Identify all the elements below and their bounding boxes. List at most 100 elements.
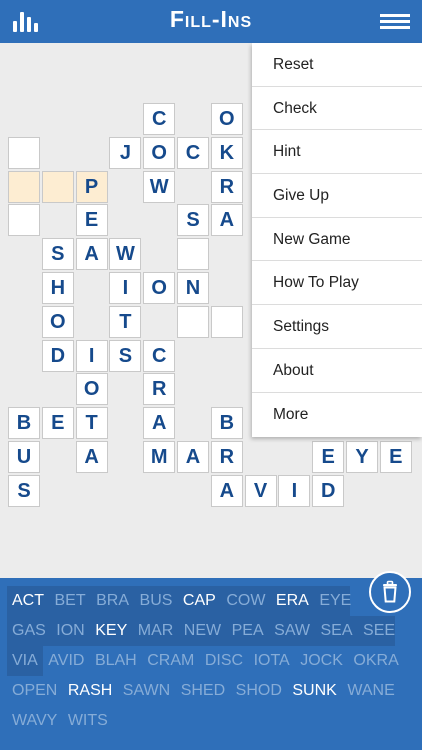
word-chip[interactable]: VIA [12,652,38,670]
word-chip[interactable]: MAR [138,622,174,640]
grid-cell[interactable] [8,136,40,169]
word-chip[interactable]: JOCK [300,652,343,670]
grid-cell[interactable]: O [143,136,176,169]
word-chip[interactable]: SEE [363,622,395,640]
grid-cell[interactable]: R [210,170,243,203]
word-chip[interactable]: ION [56,622,84,640]
word-chip[interactable]: BET [55,592,86,610]
grid-cell[interactable]: U [8,441,40,473]
grid-cell[interactable]: A [177,441,209,473]
word-chip[interactable]: AVID [48,652,84,670]
grid-cell[interactable]: R [210,441,243,473]
grid-cell[interactable]: O [210,103,243,135]
word-chip[interactable]: NEW [184,622,221,640]
grid-cell[interactable]: P [75,170,108,203]
trash-button[interactable] [369,571,411,613]
grid-cell[interactable]: E [379,441,412,473]
grid-cell[interactable]: E [41,407,74,440]
trash-icon [383,580,397,603]
word-chip[interactable]: SAW [274,622,310,640]
grid-cell[interactable]: W [109,238,142,271]
grid-cell[interactable]: A [210,204,243,237]
grid-cell[interactable]: D [312,474,345,507]
grid-cell[interactable]: K [210,136,243,169]
word-chip[interactable]: BLAH [95,652,137,670]
word-chip[interactable]: PEA [232,622,264,640]
word-chip[interactable]: CRAM [147,652,194,670]
word-chip[interactable]: ERA [276,592,309,610]
grid-cell[interactable] [210,305,243,338]
grid-cell[interactable]: M [143,441,176,473]
grid-cell[interactable]: S [177,204,209,237]
word-chip[interactable]: GAS [12,622,46,640]
grid-cell[interactable]: A [75,441,108,473]
grid-cell[interactable]: I [109,272,142,304]
menu-item-how-to-play[interactable]: How To Play [252,261,422,306]
grid-cell[interactable]: A [75,238,108,271]
grid-cell[interactable]: I [75,339,108,372]
word-bank: ACT BET BRA BUS CAP COW ERA EYE GAS ION KEY MAR NEW P… [0,578,422,750]
header-bar: Fill-Ins [0,0,422,43]
grid-cell[interactable]: E [75,204,108,237]
menu-item-give-up[interactable]: Give Up [252,174,422,218]
grid-cell[interactable]: T [109,305,142,338]
word-chip[interactable]: RASH [68,682,112,700]
grid-cell[interactable]: B [210,407,243,440]
grid-cell[interactable]: A [143,407,176,440]
grid-cell[interactable]: E [312,441,345,473]
grid-cell[interactable]: W [143,170,176,203]
grid-cell[interactable]: Y [346,441,378,473]
grid-cell[interactable]: C [177,136,209,169]
menu-item-new-game[interactable]: New Game [252,218,422,262]
word-chip[interactable]: SHOD [236,682,282,700]
word-chip[interactable]: OKRA [353,652,398,670]
grid-cell[interactable] [8,170,40,203]
grid-cell[interactable]: S [8,474,40,507]
menu-item-reset[interactable]: Reset [252,43,422,87]
word-chip[interactable]: DISC [205,652,243,670]
grid-cell[interactable]: O [75,373,108,406]
word-chip[interactable]: COW [226,592,265,610]
word-chip[interactable]: ACT [12,592,44,610]
grid-cell[interactable] [177,305,209,338]
grid-cell[interactable]: H [41,272,74,304]
menu-item-about[interactable]: About [252,349,422,393]
grid-cell[interactable]: N [177,272,209,304]
word-chip[interactable]: SHED [181,682,225,700]
grid-cell[interactable]: O [41,305,74,338]
menu-item-hint[interactable]: Hint [252,130,422,175]
word-chip[interactable]: EYE [319,592,351,610]
word-chip[interactable]: KEY [95,622,127,640]
grid-cell[interactable]: A [210,474,243,507]
grid-cell[interactable]: C [143,103,176,135]
grid-cell[interactable]: S [41,238,74,271]
grid-cell[interactable]: C [143,339,176,372]
grid-cell[interactable]: D [41,339,74,372]
grid-cell[interactable]: I [278,474,311,507]
word-chip[interactable]: BUS [140,592,173,610]
word-chip[interactable]: WITS [68,712,108,730]
word-chip[interactable]: BRA [96,592,129,610]
word-chip[interactable]: CAP [183,592,216,610]
hamburger-menu-icon[interactable] [380,14,410,30]
menu-item-settings[interactable]: Settings [252,305,422,349]
word-chip[interactable]: WAVY [12,712,57,730]
grid-cell[interactable]: B [8,407,40,440]
word-chip[interactable]: WANE [347,682,394,700]
grid-cell[interactable]: J [109,136,142,169]
grid-cell[interactable]: R [143,373,176,406]
menu-item-check[interactable]: Check [252,87,422,131]
grid-cell[interactable] [41,170,74,203]
word-chip[interactable]: IOTA [254,652,290,670]
grid-cell[interactable]: V [244,474,277,507]
grid-cell[interactable] [8,204,40,237]
word-chip[interactable]: OPEN [12,682,57,700]
grid-cell[interactable]: S [109,339,142,372]
word-chip[interactable]: SEA [321,622,353,640]
menu-item-more[interactable]: More [252,393,422,437]
grid-cell[interactable] [177,238,209,271]
word-chip[interactable]: SAWN [123,682,170,700]
grid-cell[interactable]: O [143,272,176,304]
grid-cell[interactable]: T [75,407,108,440]
word-chip[interactable]: SUNK [292,682,336,700]
